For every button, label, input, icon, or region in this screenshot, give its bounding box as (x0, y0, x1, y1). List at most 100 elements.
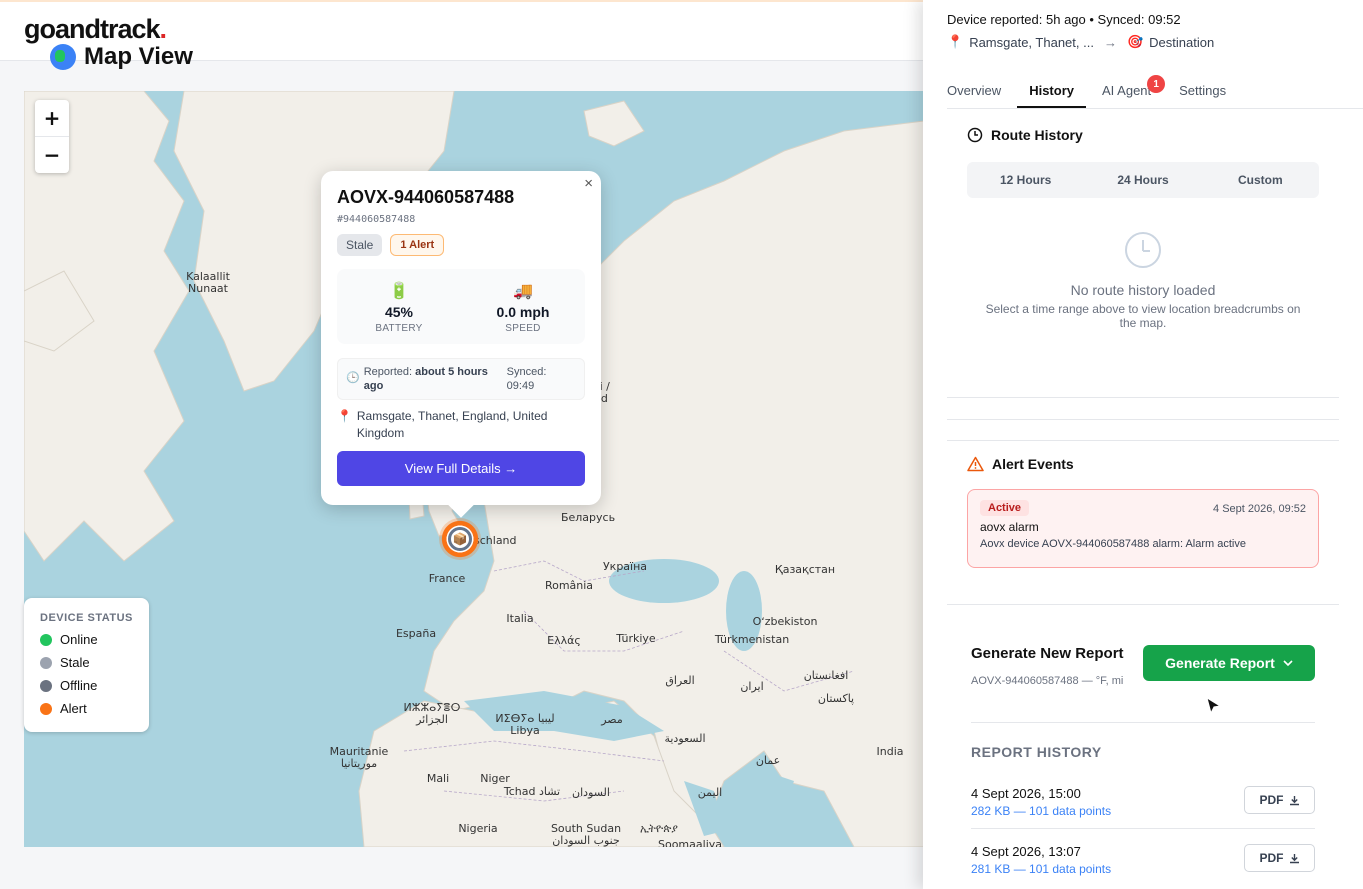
report-meta: 281 KB — 101 data points (971, 862, 1112, 876)
app-logo[interactable]: goandtrack. (24, 14, 167, 45)
map-place-label: مصر (601, 713, 623, 726)
range-24-hours-button[interactable]: 24 Hours (1084, 162, 1201, 198)
map-place-label: پاکستان (817, 692, 855, 705)
legend-title: DEVICE STATUS (40, 612, 133, 624)
detail-tabs: Overview History AI Agent 1 Settings (947, 74, 1363, 109)
map-place-label: Mauritanie موريتانيا (329, 745, 389, 770)
divider (971, 722, 1315, 723)
warning-icon (967, 456, 984, 472)
route-destination: Destination (1149, 34, 1215, 50)
legend-label: Stale (60, 655, 90, 670)
alert-status-badge: Active (980, 500, 1030, 516)
device-popup: × AOVX-944060587488 #944060587488 Stale … (321, 171, 601, 505)
map-place-label: South Sudan جنوب السودان (550, 822, 622, 847)
generate-report-title: Generate New Report (971, 645, 1124, 662)
map-place-label: اليمن (697, 786, 723, 799)
map-place-label: ኢትዮጵያ (640, 822, 678, 835)
battery-label: BATTERY (375, 323, 423, 334)
arrow-right-icon: → (1103, 34, 1117, 50)
clock-icon (967, 127, 983, 143)
legend-label: Alert (60, 701, 87, 716)
map-canvas[interactable]: Kalaallit Nunaatomi / landБеларусьDeutsc… (24, 91, 924, 847)
notification-badge: 1 (1147, 75, 1166, 93)
map-place-label: Беларусь (560, 511, 616, 524)
map-place-label: السعودية (664, 732, 706, 745)
map-place-label: France (428, 572, 466, 585)
map-place-label: Kalaallit Nunaat (186, 270, 230, 295)
download-pdf-button[interactable]: PDF (1244, 786, 1315, 814)
route-history-header: Route History (967, 127, 1083, 143)
view-full-details-button[interactable]: View Full Details → (337, 451, 585, 486)
device-report-meta: Device reported: 5h ago • Synced: 09:52 (947, 12, 1181, 27)
device-id: #944060587488 (337, 214, 416, 225)
tab-ai-agent[interactable]: AI Agent 1 (1101, 74, 1166, 108)
alert-event-card[interactable]: Active 4 Sept 2026, 09:52 aovx alarm Aov… (967, 489, 1319, 568)
divider (947, 604, 1339, 605)
route-summary: 📍 Ramsgate, Thanet, ... → 🎯 Destination (947, 34, 1214, 50)
device-status-legend: DEVICE STATUS Online Stale Offline Alert (24, 598, 149, 732)
legend-label: Offline (60, 678, 98, 693)
route-origin: Ramsgate, Thanet, ... (969, 34, 1094, 50)
zoom-controls: + − (35, 100, 69, 173)
map-place-label: ایران (740, 680, 764, 693)
tab-overview[interactable]: Overview (947, 74, 1001, 108)
generate-report-label: Generate Report (1165, 655, 1275, 671)
chevron-down-icon (1283, 660, 1293, 667)
zoom-out-button[interactable]: − (35, 136, 69, 172)
reported-time: Reported: about 5 hours ago (363, 366, 488, 392)
mouse-cursor-icon (1206, 697, 1222, 715)
speed-value: 0.0 mph (496, 304, 550, 320)
download-icon (1289, 853, 1299, 863)
speed-label: SPEED (505, 323, 541, 334)
zoom-in-button[interactable]: + (35, 100, 69, 136)
map-place-label: India (876, 745, 904, 758)
status-badge: Stale (337, 234, 383, 256)
report-date: 4 Sept 2026, 13:07 (971, 844, 1081, 859)
device-marker[interactable]: 📦 (439, 518, 481, 560)
divider (947, 397, 1339, 398)
tab-settings[interactable]: Settings (1179, 74, 1226, 108)
map-place-label: Türkiye (616, 632, 656, 645)
time-range-selector: 12 Hours 24 Hours Custom (967, 162, 1319, 198)
pdf-label: PDF (1259, 793, 1284, 807)
map-place-label: Қазақстан (774, 563, 836, 576)
location-text: Ramsgate, Thanet, England, United Kingdo… (356, 409, 548, 440)
page-title: Map View (50, 43, 193, 71)
speed-stat: 🚚 0.0 mph SPEED (461, 281, 585, 334)
map-place-label: Türkmenistan (714, 633, 790, 646)
close-icon[interactable]: × (584, 175, 593, 192)
timing-info: 🕒 Reported: about 5 hours ago Synced: 09… (337, 358, 585, 400)
map-place-label: Italia (506, 612, 534, 625)
divider (947, 440, 1339, 441)
map-place-label: ⵍⵣⵣⴰⵢⴻⵔ الجزائر (403, 701, 461, 726)
alert-time: 4 Sept 2026, 09:52 (1213, 503, 1306, 515)
download-pdf-button[interactable]: PDF (1244, 844, 1315, 872)
status-dot-icon (40, 633, 52, 646)
device-name: AOVX-944060587488 (337, 187, 515, 207)
range-custom-button[interactable]: Custom (1202, 162, 1319, 198)
status-dot-icon (40, 702, 52, 715)
report-history-title: REPORT HISTORY (971, 744, 1102, 760)
generate-report-subtitle: AOVX-944060587488 — °F, mi (971, 675, 1124, 687)
battery-stat: 🔋 45% BATTERY (337, 281, 461, 334)
alert-badge: 1 Alert (390, 234, 445, 256)
map-place-label: افغانستان (803, 669, 849, 682)
download-icon (1289, 795, 1299, 805)
clock-icon: 🕒 (346, 372, 360, 384)
generate-report-button[interactable]: Generate Report (1143, 645, 1315, 681)
report-history-row: 4 Sept 2026, 15:00 282 KB — 101 data poi… (971, 786, 1315, 830)
map-place-label: Tchad تشاد (503, 785, 561, 798)
divider (971, 828, 1315, 829)
map-place-label: السودان (572, 786, 610, 799)
target-icon: 🎯 (1126, 34, 1144, 49)
map-place-label: Ελλάς (547, 634, 581, 647)
clock-icon (1125, 232, 1161, 268)
report-history-row: 4 Sept 2026, 13:07 281 KB — 101 data poi… (971, 844, 1315, 888)
tab-history[interactable]: History (1017, 74, 1086, 108)
range-12-hours-button[interactable]: 12 Hours (967, 162, 1084, 198)
pin-icon: 📍 (947, 34, 964, 49)
map-place-label: ⵍⵉⴱⵢⴰ ليبيا Libya (495, 712, 555, 737)
tab-ai-agent-label: AI Agent (1101, 83, 1152, 98)
legend-item-online: Online (40, 632, 133, 647)
empty-state-description: Select a time range above to view locati… (985, 302, 1301, 330)
